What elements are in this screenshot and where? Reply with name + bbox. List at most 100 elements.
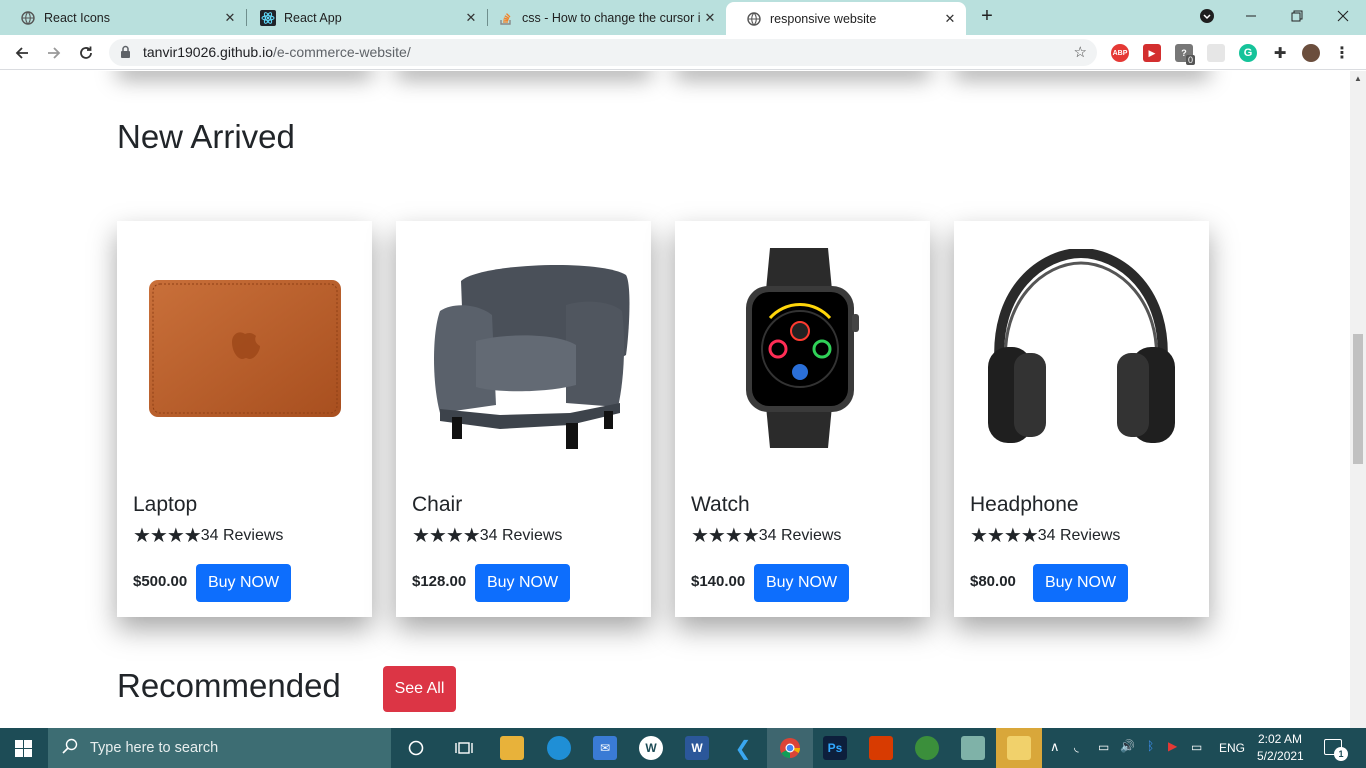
see-all-button[interactable]: See All xyxy=(383,666,456,712)
product-card-laptop: Laptop ★★★★ 34 Reviews $500.00 Buy NOW xyxy=(117,221,372,617)
scroll-up-arrow-icon[interactable]: ▲ xyxy=(1354,74,1362,83)
red-tray-icon[interactable]: ▶ xyxy=(1168,739,1177,753)
product-name: Watch xyxy=(691,493,750,516)
review-count: 34 Reviews xyxy=(200,526,284,544)
profile-avatar[interactable] xyxy=(1302,44,1320,62)
tab-react-app[interactable]: React App ✕ xyxy=(240,0,487,35)
menu-kebab-icon[interactable]: ⋮ xyxy=(1333,44,1351,62)
volume-icon[interactable]: 🔊 xyxy=(1120,739,1135,753)
laptop-sleeve-image xyxy=(117,221,372,476)
tab-title: React Icons xyxy=(44,10,111,25)
lock-icon[interactable] xyxy=(120,45,131,64)
globe-icon xyxy=(746,11,762,27)
windows-start-icon[interactable] xyxy=(15,740,32,762)
headphone-image xyxy=(954,221,1209,476)
notification-count-badge: 1 xyxy=(1334,747,1348,761)
reload-button[interactable] xyxy=(72,39,100,67)
battery-icon[interactable]: ▭ xyxy=(1098,740,1109,754)
product-name: Laptop xyxy=(133,493,198,516)
search-icon xyxy=(62,738,78,759)
armchair-image xyxy=(396,221,651,476)
extension-blank-icon[interactable] xyxy=(1207,44,1225,62)
wifi-icon[interactable]: ◟ xyxy=(1074,740,1079,754)
language-indicator[interactable]: ENG xyxy=(1219,741,1245,755)
close-window-button[interactable] xyxy=(1320,0,1366,32)
folder-app-icon[interactable] xyxy=(1007,736,1031,760)
adblock-plus-icon[interactable]: ABP xyxy=(1111,44,1129,62)
star-rating-icon: ★★★★ xyxy=(412,525,481,547)
windows-taskbar: Type here to search ✉ W W ❮ Ps ∧ ◟ ▭ 🔊 ᛒ… xyxy=(0,728,1366,768)
url-host: tanvir19026.github.io xyxy=(143,44,273,60)
buy-now-button[interactable]: Buy NOW xyxy=(196,564,291,602)
word-icon[interactable]: W xyxy=(685,736,709,760)
tab-title: responsive website xyxy=(770,11,877,26)
product-card-watch: Watch ★★★★ 34 Reviews $140.00 Buy NOW xyxy=(675,221,930,617)
clock-time[interactable]: 2:02 AM xyxy=(1258,732,1302,746)
grammarly-icon[interactable]: G xyxy=(1239,44,1257,62)
product-rating: ★★★★ 34 Reviews xyxy=(970,523,1120,548)
close-icon[interactable]: ✕ xyxy=(700,10,720,26)
office-icon[interactable] xyxy=(869,736,893,760)
forward-button[interactable] xyxy=(40,39,68,67)
power-icon[interactable]: ▭ xyxy=(1191,740,1202,754)
new-tab-button[interactable]: + xyxy=(975,5,999,29)
product-card-chair: Chair ★★★★ 34 Reviews $128.00 Buy NOW xyxy=(396,221,651,617)
review-count: 34 Reviews xyxy=(758,526,842,544)
file-explorer-icon[interactable] xyxy=(500,736,524,760)
back-button[interactable] xyxy=(8,39,36,67)
product-price: $500.00 xyxy=(133,573,188,590)
star-rating-icon: ★★★★ xyxy=(691,525,760,547)
restore-button[interactable] xyxy=(1274,0,1320,32)
app-w-round-icon[interactable]: W xyxy=(639,736,663,760)
product-card-headphone: Headphone ★★★★ 34 Reviews $80.00 Buy NOW xyxy=(954,221,1209,617)
cortana-icon[interactable] xyxy=(404,736,428,760)
close-icon[interactable]: ✕ xyxy=(940,11,960,27)
photoshop-icon[interactable]: Ps xyxy=(823,736,847,760)
chrome-icon[interactable] xyxy=(778,736,802,760)
url-path: /e-commerce-website/ xyxy=(273,44,411,60)
stackoverflow-icon xyxy=(498,10,514,26)
buy-now-button[interactable]: Buy NOW xyxy=(754,564,849,602)
smartwatch-image xyxy=(675,221,930,476)
bluetooth-icon[interactable]: ᛒ xyxy=(1147,739,1154,753)
star-rating-icon: ★★★★ xyxy=(970,525,1039,547)
page-scrollbar[interactable]: ▲ xyxy=(1350,71,1366,728)
chevron-up-icon[interactable]: ∧ xyxy=(1050,739,1060,755)
section-title-recommended: Recommended xyxy=(117,667,341,704)
mail-icon[interactable]: ✉ xyxy=(593,736,617,760)
buy-now-button[interactable]: Buy NOW xyxy=(1033,564,1128,602)
tab-title: React App xyxy=(284,10,342,25)
task-view-icon[interactable] xyxy=(452,736,476,760)
extension-badge: 0 xyxy=(1186,55,1196,65)
product-rating: ★★★★ 34 Reviews xyxy=(133,523,283,548)
product-price: $140.00 xyxy=(691,573,746,590)
url-text: tanvir19026.github.io/e-commerce-website… xyxy=(143,44,411,60)
taskbar-search-box[interactable]: Type here to search xyxy=(48,728,391,768)
edge-icon[interactable] xyxy=(547,736,571,760)
scrollbar-thumb[interactable] xyxy=(1353,334,1363,464)
tab-stackoverflow[interactable]: css - How to change the cursor in ✕ xyxy=(478,0,726,35)
app-globe-icon[interactable] xyxy=(915,736,939,760)
extensions-puzzle-icon[interactable]: ✚ xyxy=(1271,44,1289,62)
product-rating: ★★★★ 34 Reviews xyxy=(412,523,562,548)
tab-react-icons[interactable]: React Icons ✕ xyxy=(0,0,246,35)
vscode-icon[interactable]: ❮ xyxy=(731,736,755,760)
tab-responsive-website[interactable]: responsive website ✕ xyxy=(726,2,966,35)
bookmark-star-icon[interactable]: ☆ xyxy=(1074,43,1087,61)
close-icon[interactable]: ✕ xyxy=(220,10,240,26)
star-rating-icon: ★★★★ xyxy=(133,525,202,547)
review-count: 34 Reviews xyxy=(479,526,563,544)
minimize-button[interactable] xyxy=(1228,0,1274,32)
product-price: $128.00 xyxy=(412,573,467,590)
extension-red-icon[interactable]: ▶ xyxy=(1143,44,1161,62)
globe-icon xyxy=(20,10,36,26)
clock-date[interactable]: 5/2/2021 xyxy=(1257,749,1304,763)
search-placeholder: Type here to search xyxy=(90,740,219,756)
tab-search-button[interactable] xyxy=(1184,0,1230,32)
product-rating: ★★★★ 34 Reviews xyxy=(691,523,841,548)
section-title-new-arrived: New Arrived xyxy=(117,118,295,155)
address-bar[interactable]: tanvir19026.github.io/e-commerce-website… xyxy=(109,39,1097,66)
buy-now-button[interactable]: Buy NOW xyxy=(475,564,570,602)
product-price: $80.00 xyxy=(970,573,1016,590)
app-notepad-icon[interactable] xyxy=(961,736,985,760)
